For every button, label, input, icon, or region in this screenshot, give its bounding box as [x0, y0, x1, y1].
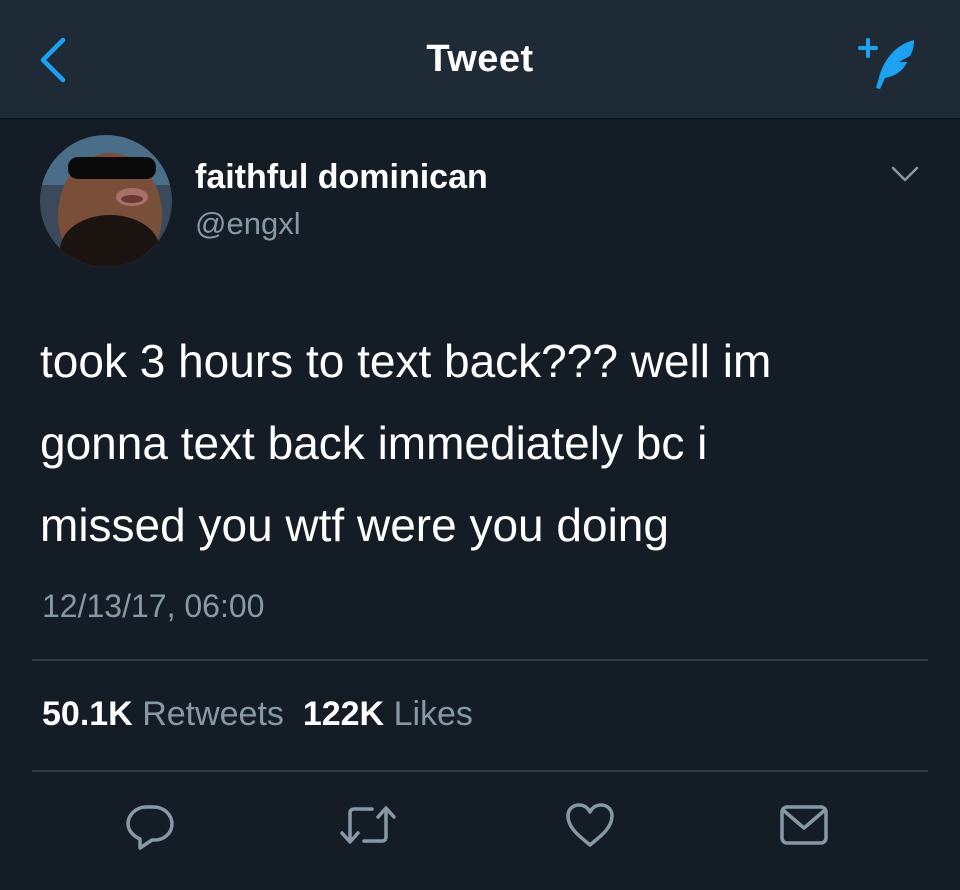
retweets-stat[interactable]: 50.1K Retweets [42, 695, 284, 733]
retweet-icon [340, 806, 396, 844]
user-handle[interactable]: @engxl [195, 206, 301, 242]
retweet-button[interactable] [338, 795, 398, 855]
likes-label: Likes [393, 695, 473, 733]
avatar-image [40, 135, 172, 267]
tweet-text-line: gonna text back immediately bc i [40, 417, 708, 469]
divider [32, 659, 928, 661]
likes-count: 122K [302, 695, 385, 733]
tweet-timestamp: 12/13/17, 06:00 [42, 588, 265, 624]
tweet-stats: 50.1K Retweets 122K Likes [42, 695, 473, 734]
like-button[interactable] [560, 795, 620, 855]
likes-stat[interactable]: 122K Likes [303, 695, 473, 733]
tweet-text: took 3 hours to text back??? well im gon… [40, 320, 920, 566]
retweets-count: 50.1K [42, 695, 133, 733]
tweet-detail: faithful dominican @engxl took 3 hours t… [0, 120, 960, 890]
compose-tweet-button[interactable] [852, 34, 922, 94]
display-name[interactable]: faithful dominican [195, 158, 488, 197]
tweet-text-line: took 3 hours to text back??? well im [40, 335, 772, 387]
reply-button[interactable] [120, 795, 180, 855]
avatar[interactable] [40, 135, 172, 267]
compose-tweet-icon [858, 38, 914, 89]
page-title: Tweet [426, 38, 534, 80]
divider [32, 770, 928, 772]
chevron-down-icon [891, 166, 919, 182]
tweet-text-line: missed you wtf were you doing [40, 499, 669, 551]
like-icon [566, 803, 614, 847]
direct-message-button[interactable] [774, 795, 834, 855]
more-options-button[interactable] [885, 160, 925, 190]
top-navigation-bar: Tweet [0, 0, 960, 120]
reply-icon [126, 805, 174, 850]
message-icon [780, 805, 828, 845]
retweets-label: Retweets [142, 695, 284, 733]
